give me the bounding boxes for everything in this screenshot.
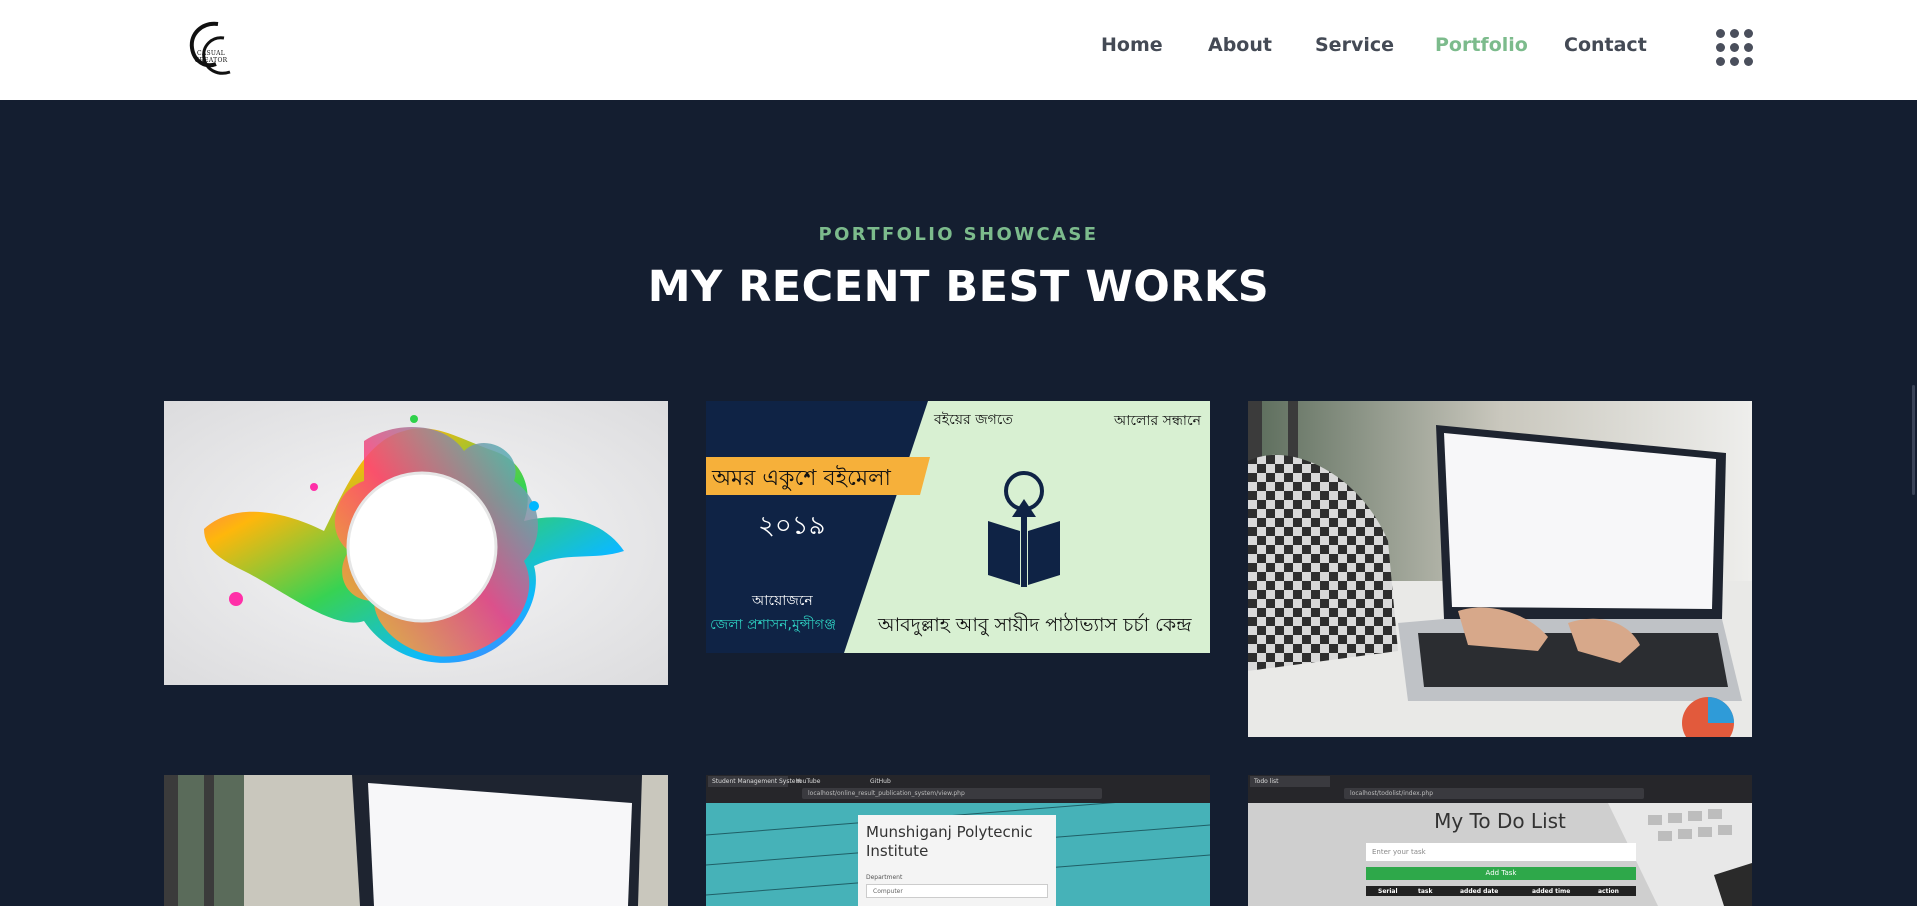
site-header: CASUAL CREATOR Home About Service Portfo… [0,0,1917,100]
browser-chrome: Todo list localhost/todolist/index.php [1248,775,1752,803]
department-label: Department [866,874,903,881]
todo-add-button: Add Task [1366,867,1636,880]
banner-year: ২০১৯ [758,511,826,541]
portfolio-item-book-fair-banner[interactable]: বইয়ের জগতে আলোর সন্ধানে অমর একুশে বইমেল… [706,401,1210,653]
todo-heading: My To Do List [1434,809,1566,833]
section-eyebrow: PORTFOLIO SHOWCASE [818,224,1099,245]
todo-column-header: action [1598,888,1619,895]
page-scrollbar[interactable] [1912,385,1915,495]
portfolio-item-result-system[interactable]: Student Management System YouTube GitHub… [706,775,1210,906]
nav-contact[interactable]: Contact [1564,34,1647,60]
banner-organizer: জেলা প্রশাসন,মুন্সীগঞ্জ [710,617,836,633]
todo-column-header: added time [1532,888,1571,895]
laptop-photo-image-2 [164,775,668,906]
portfolio-item-laptop-photo[interactable] [1248,401,1752,737]
banner-tagline-left: বইয়ের জগতে [934,412,1013,428]
nav-home[interactable]: Home [1101,34,1163,60]
banner-organizer-label: আয়োজনে [752,593,813,609]
banner-ribbon-title: অমর একুশে বইমেলা [712,466,891,491]
browser-url-bar: localhost/todolist/index.php [1344,788,1644,799]
todo-column-header: Serial [1378,888,1398,895]
brand-logo-mark [189,21,231,75]
portfolio-item-paint-splash[interactable] [164,401,668,685]
banner-tagline-right: আলোর সন্ধানে [1114,413,1201,429]
nav-service[interactable]: Service [1315,34,1394,60]
laptop-photo-image [1248,401,1752,737]
paint-splash-image [164,401,668,685]
browser-url-bar: localhost/online_result_publication_syst… [802,788,1102,799]
browser-tab: GitHub [870,778,891,785]
browser-tab: YouTube [796,778,821,785]
todo-table-header: Serial task added date added time action [1366,886,1636,896]
nav-portfolio[interactable]: Portfolio [1435,34,1528,60]
todo-column-header: added date [1460,888,1499,895]
brand-logo-text: CASUAL CREATOR [194,50,228,64]
browser-tab: Student Management System [708,776,801,787]
browser-chrome: Student Management System YouTube GitHub… [706,775,1210,803]
result-form-heading: Munshiganj Polytecnic Institute [866,823,1033,860]
todo-task-input: Enter your task [1366,843,1636,861]
brand-logo[interactable]: CASUAL CREATOR [180,16,242,82]
nav-about[interactable]: About [1208,34,1272,60]
banner-footer-title: আবদুল্লাহ আবু সায়ীদ পাঠাভ্যাস চর্চা কেন… [878,614,1192,636]
todo-column-header: task [1418,888,1433,895]
result-form-panel: Munshiganj Polytecnic Institute Departme… [858,815,1056,906]
grid-dots-icon[interactable] [1716,29,1754,67]
section-title: MY RECENT BEST WORKS [647,262,1270,312]
browser-tab: Todo list [1250,776,1330,787]
portfolio-item-laptop-photo-2[interactable] [164,775,668,906]
portfolio-item-todo-list[interactable]: Todo list localhost/todolist/index.php M… [1248,775,1752,906]
department-select: Computer [866,884,1048,898]
